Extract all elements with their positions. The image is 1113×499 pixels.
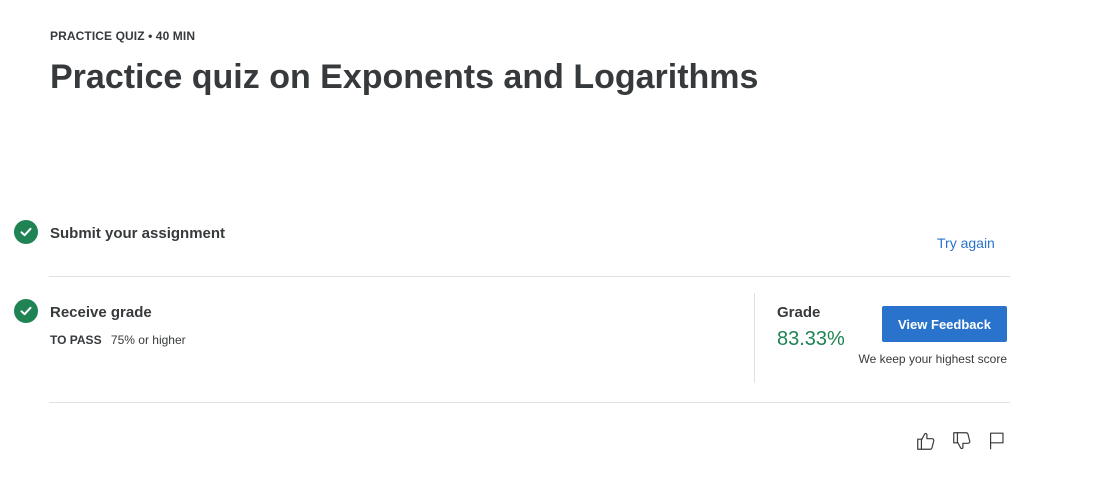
grade-label: Grade (777, 304, 821, 321)
divider (49, 276, 1010, 277)
quiz-meta: PRACTICE QUIZ • 40 MIN (50, 29, 196, 43)
try-again-link[interactable]: Try again (937, 235, 995, 251)
page-title: Practice quiz on Exponents and Logarithm… (50, 58, 759, 96)
vertical-divider (754, 293, 755, 383)
to-pass-label: TO PASS (50, 333, 102, 347)
quiz-page: PRACTICE QUIZ • 40 MIN Practice quiz on … (0, 0, 1113, 499)
pass-requirement: TO PASS 75% or higher (50, 333, 186, 347)
view-feedback-button[interactable]: View Feedback (882, 306, 1007, 342)
thumbs-down-icon[interactable] (950, 429, 974, 453)
pass-threshold: 75% or higher (110, 333, 186, 347)
check-circle-icon (14, 220, 38, 244)
grade-value: 83.33% (777, 328, 845, 350)
flag-icon[interactable] (985, 429, 1009, 453)
divider (49, 402, 1010, 403)
submit-assignment-label: Submit your assignment (50, 225, 226, 242)
receive-grade-label: Receive grade (50, 304, 152, 321)
check-circle-icon (14, 299, 38, 323)
thumbs-up-icon[interactable] (914, 429, 938, 453)
highest-score-note: We keep your highest score (858, 352, 1007, 366)
